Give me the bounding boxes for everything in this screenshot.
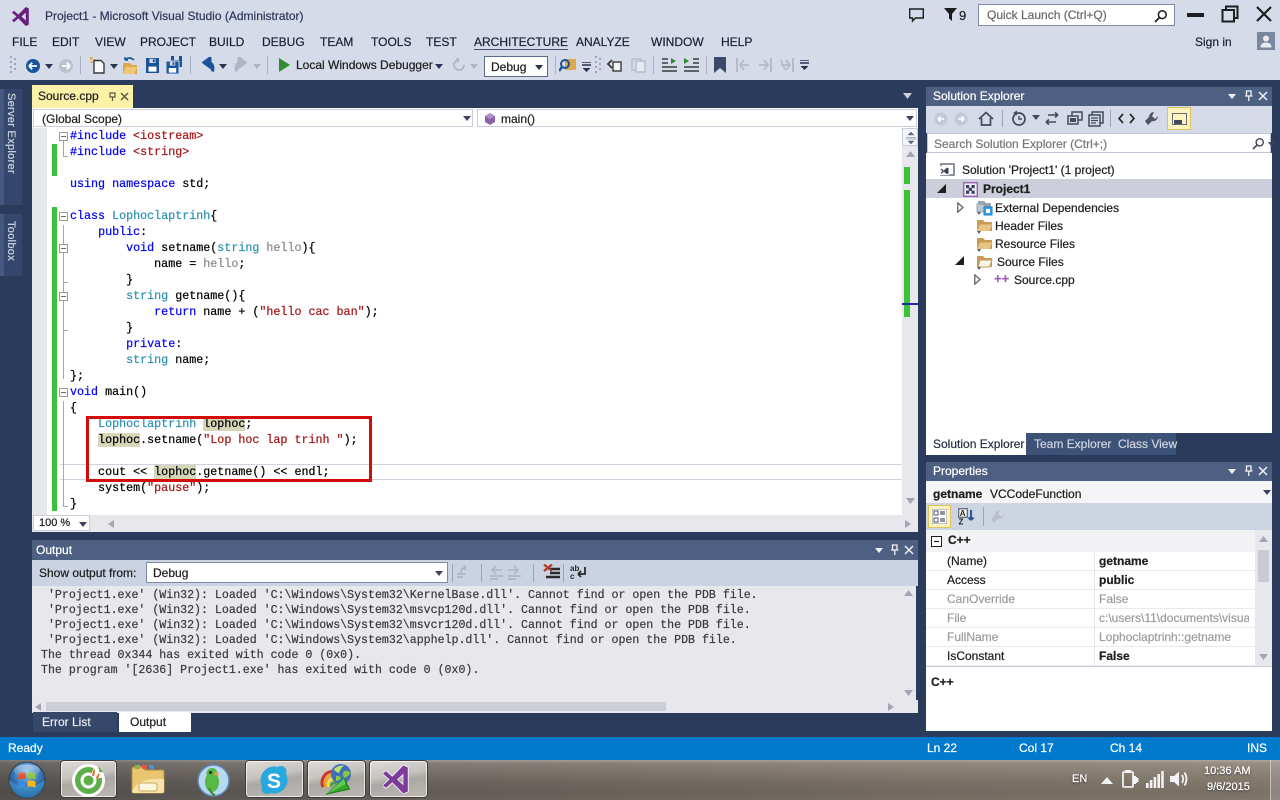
svg-text:c: c <box>570 572 575 581</box>
svg-text:Z: Z <box>959 518 964 526</box>
svg-text:S: S <box>267 770 281 793</box>
